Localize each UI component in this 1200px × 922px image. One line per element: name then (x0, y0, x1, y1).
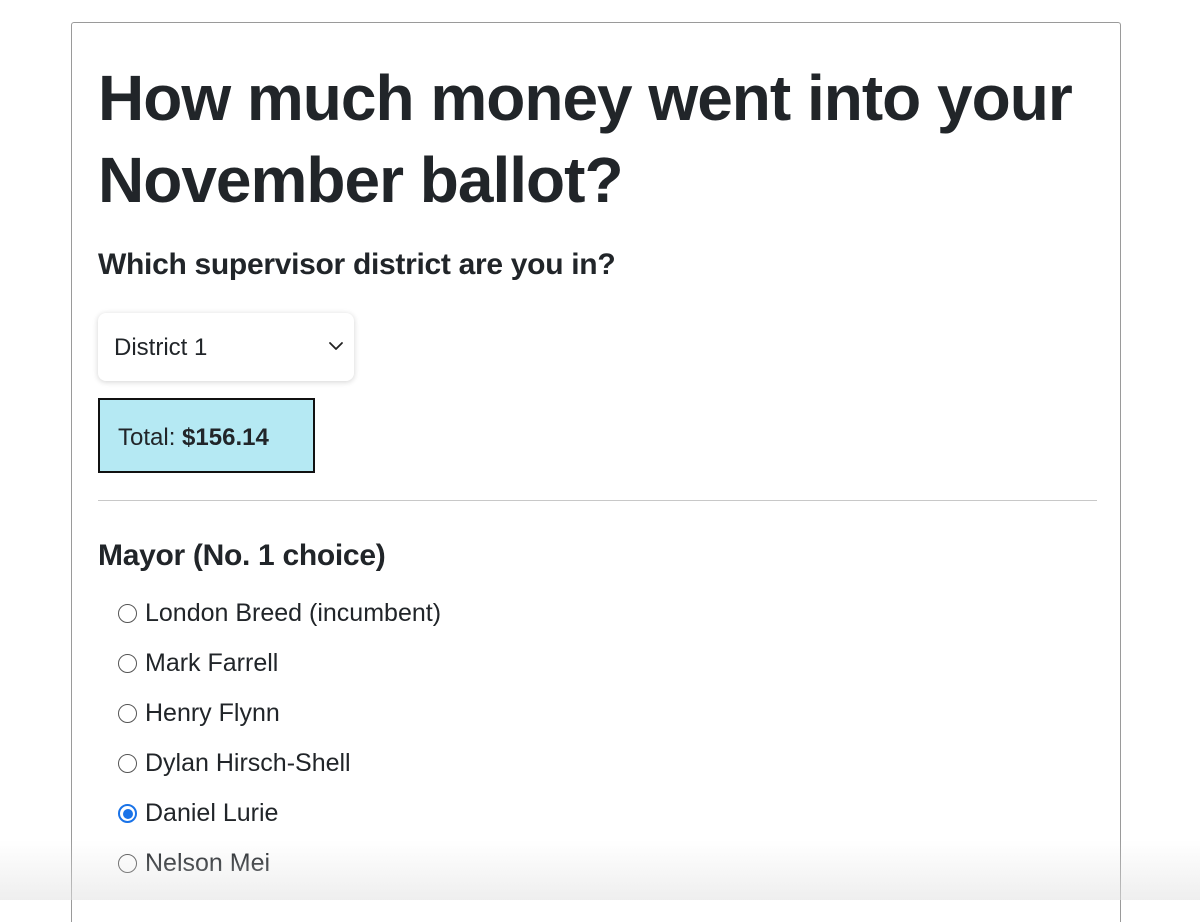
mayor-option[interactable]: Mark Farrell (118, 648, 441, 698)
mayor-option-label[interactable]: Henry Flynn (145, 698, 280, 728)
radio-button[interactable] (118, 754, 137, 773)
radio-button[interactable] (118, 604, 137, 623)
total-text: Total: $156.14 (118, 423, 269, 453)
mayor-option-label[interactable]: Daniel Lurie (145, 798, 278, 828)
mayor-option-label[interactable]: Dylan Hirsch-Shell (145, 748, 351, 778)
mayor-options-list: London Breed (incumbent) Mark Farrell He… (118, 598, 441, 898)
radio-button[interactable] (118, 704, 137, 723)
mayor-option[interactable]: London Breed (incumbent) (118, 598, 441, 648)
mayor-option[interactable]: Nelson Mei (118, 848, 441, 898)
district-question: Which supervisor district are you in? (98, 248, 616, 281)
radio-button[interactable] (118, 804, 137, 823)
ballot-card: How much money went into your November b… (71, 22, 1121, 922)
chevron-down-icon (329, 342, 343, 350)
mayor-option[interactable]: Dylan Hirsch-Shell (118, 748, 441, 798)
total-label: Total: (118, 424, 176, 451)
mayor-section-title: Mayor (No. 1 choice) (98, 539, 386, 572)
radio-button[interactable] (118, 854, 137, 873)
total-amount: $156.14 (182, 424, 269, 451)
mayor-option-label[interactable]: London Breed (incumbent) (145, 598, 441, 628)
radio-button[interactable] (118, 654, 137, 673)
section-divider (98, 500, 1097, 501)
total-badge: Total: $156.14 (98, 398, 315, 473)
page-title: How much money went into your November b… (98, 62, 1073, 216)
mayor-option[interactable]: Henry Flynn (118, 698, 441, 748)
district-select[interactable]: District 1 (98, 313, 354, 381)
mayor-option-label[interactable]: Nelson Mei (145, 848, 270, 878)
district-select-value: District 1 (114, 334, 208, 361)
mayor-option[interactable]: Daniel Lurie (118, 798, 441, 848)
mayor-option-label[interactable]: Mark Farrell (145, 648, 278, 678)
